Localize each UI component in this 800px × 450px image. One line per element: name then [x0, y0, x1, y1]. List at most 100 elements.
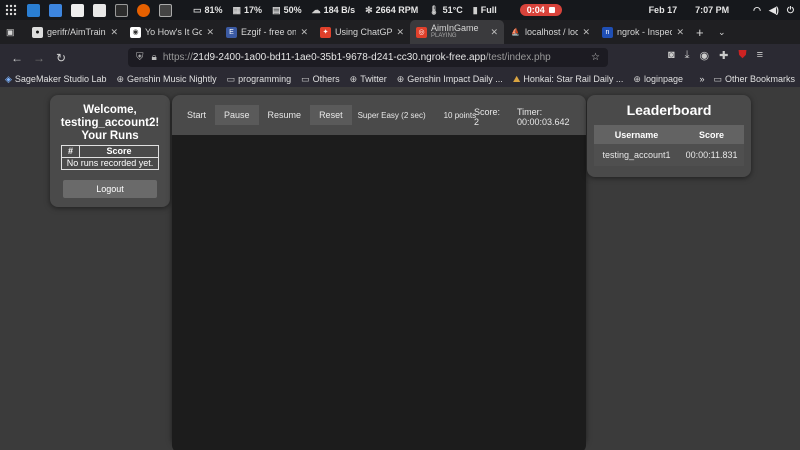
table-row: testing_account1 00:00:11.831 — [594, 144, 744, 166]
timer-value: 00:00:03.642 — [517, 117, 570, 127]
recording-indicator[interactable]: 0:04 — [519, 4, 562, 16]
logout-button[interactable]: Logout — [63, 180, 157, 198]
firefox-icon[interactable] — [132, 0, 154, 20]
table-row: No runs recorded yet. — [61, 157, 159, 170]
game-canvas[interactable] — [172, 135, 586, 450]
phpmyadmin-favicon-icon: ⛵ — [511, 29, 520, 36]
forward-button[interactable]: → — [28, 51, 50, 65]
bookmark-item[interactable]: ◈ SageMaker Studio Lab — [0, 74, 111, 85]
table-header-row: Username Score — [594, 125, 744, 144]
bookmark-item[interactable]: ⊕ Genshin Impact Daily ... — [392, 74, 508, 85]
account-icon[interactable]: ◉ — [700, 49, 710, 62]
score-value: 2 — [474, 117, 480, 127]
welcome-heading: Welcome, testing_account2! Your Runs — [50, 104, 170, 143]
wifi-icon[interactable]: ◠ — [753, 5, 761, 16]
difficulty-selector[interactable]: Super Easy (2 sec) — [352, 111, 432, 120]
url-text[interactable]: https://21d9-2400-1a00-bd11-1ae0-35b1-96… — [163, 52, 591, 63]
browser-navigation-bar: ← → ↻ ⛨ 🔒︎ https://21d9-2400-1a00-bd11-1… — [0, 44, 800, 71]
start-button[interactable]: Start — [178, 105, 215, 125]
fan-icon: ✻ — [365, 4, 373, 15]
battery-status: ▮ Full — [472, 4, 497, 16]
leaderboard-panel: Leaderboard Username Score testing_accou… — [587, 95, 751, 177]
close-icon[interactable]: ✕ — [672, 27, 684, 38]
bookmarks-toolbar: ◈ SageMaker Studio Lab ⊕ Genshin Music Nig… — [0, 71, 800, 87]
bookmark-item[interactable]: ⊕ loginpage — [628, 74, 688, 85]
plus-icon: + — [696, 24, 704, 40]
app-grid-icon[interactable] — [0, 0, 22, 20]
tab-ezgif[interactable]: E Ezgif - free onlin✕ — [220, 20, 314, 44]
tab-list-button[interactable]: ⌄ — [712, 20, 734, 44]
date-label[interactable]: Feb 17 — [649, 5, 678, 15]
back-button[interactable]: ← — [6, 51, 28, 65]
chevron-down-icon: ⌄ — [718, 26, 726, 37]
globe-icon: ⊕ — [396, 73, 405, 84]
close-icon[interactable]: ✕ — [296, 27, 308, 38]
bookmark-item[interactable]: ⊕ Genshin Music Nightly — [111, 74, 221, 85]
stop-recording-icon[interactable] — [548, 7, 555, 13]
reset-button[interactable]: Reset — [310, 105, 352, 125]
fan-stat: ✻ 2664 RPM — [365, 4, 419, 16]
other-bookmarks[interactable]: » ▭ Other Bookmarks — [694, 74, 800, 85]
tab-list-icon: ▣ — [6, 26, 15, 37]
address-bar[interactable]: ⛨ 🔒︎ https://21d9-2400-1a00-bd11-1ae0-35… — [128, 48, 608, 67]
web-page: Welcome, testing_account2! Your Runs # S… — [0, 87, 800, 450]
github-favicon-icon: ● — [32, 26, 43, 38]
bookmark-folder[interactable]: ▭ Others — [296, 74, 345, 85]
shield-icon[interactable]: ⛨ — [136, 52, 144, 63]
time-label[interactable]: 7:07 PM — [695, 5, 729, 15]
close-icon[interactable]: ✕ — [486, 27, 498, 38]
system-taskbar: ▭ 81% ▦ 17% ▤ 50% ☁ 184 B/s ✻ 2664 RPM 🌡︎ 51°C… — [0, 0, 800, 20]
column-header: Username — [594, 125, 680, 144]
reload-icon: ↻ — [55, 50, 67, 65]
resume-button[interactable]: Resume — [259, 105, 311, 125]
timer-display: Timer: 00:00:03.642 — [517, 107, 570, 127]
temperature-stat: 🌡︎ 51°C — [428, 4, 463, 16]
lock-icon[interactable]: 🔒︎ — [152, 52, 157, 63]
bookmark-item[interactable]: ⛰ Honkai: Star Rail Daily ... — [508, 74, 629, 85]
close-icon[interactable]: ✕ — [578, 27, 590, 38]
extensions-icon[interactable]: ✚ — [719, 49, 728, 62]
close-icon[interactable]: ✕ — [106, 27, 118, 38]
menu-icon[interactable]: ≡ — [757, 49, 763, 62]
folder-icon: ▭ — [713, 73, 722, 84]
terminal-icon[interactable] — [110, 0, 132, 20]
ublock-icon[interactable]: ⛊ — [738, 49, 746, 62]
pocket-icon[interactable]: ◙ — [668, 49, 675, 62]
leaderboard-table: Username Score testing_account1 00:00:11… — [594, 125, 744, 166]
pause-button[interactable]: Pause — [215, 105, 259, 125]
battery-icon: ▭ — [193, 4, 202, 15]
column-header: Score — [679, 125, 744, 144]
store-icon[interactable] — [66, 0, 88, 20]
game-favicon-icon: ◎ — [416, 26, 427, 38]
reload-button[interactable]: ↻ — [50, 51, 72, 65]
thermometer-icon: 🌡︎ — [428, 4, 440, 15]
tab-chatgpt[interactable]: ✦ Using ChatGPT a✕ — [314, 20, 410, 44]
vscode-icon[interactable] — [22, 0, 44, 20]
tab-aimingame[interactable]: ◎ AimInGame PLAYING ✕ — [410, 20, 504, 44]
battery-stat: ▭ 81% — [193, 4, 223, 16]
power-icon[interactable]: ⏻ — [787, 5, 794, 16]
tab-phpmyadmin[interactable]: ⛵ localhost / localh✕ — [504, 20, 596, 44]
files-icon[interactable] — [44, 0, 66, 20]
leaderboard-score: 00:00:11.831 — [679, 144, 744, 166]
tab-ngrok[interactable]: n ngrok - Inspect ✕ — [596, 20, 690, 44]
text-editor-icon[interactable] — [88, 0, 110, 20]
battery-charge-icon: ▮ — [472, 4, 478, 15]
arrow-right-icon: → — [33, 50, 45, 65]
close-icon[interactable]: ✕ — [392, 27, 404, 38]
network-icon: ☁ — [311, 4, 321, 15]
close-icon[interactable]: ✕ — [202, 27, 214, 38]
tab-github[interactable]: ● gerifr/AimTraine ✕ — [26, 20, 124, 44]
new-tab-button[interactable]: + — [690, 20, 712, 44]
system-monitor-icon[interactable] — [154, 0, 176, 20]
game-panel: Start Pause Resume Reset Super Easy (2 s… — [172, 95, 586, 450]
tab-youtube[interactable]: ◉ Yo How's It Goin✕ — [124, 20, 220, 44]
bookmark-item[interactable]: ⊕ Twitter — [345, 74, 392, 85]
bookmark-folder[interactable]: ▭ programming — [222, 74, 297, 85]
bookmark-star-icon[interactable]: ☆ — [591, 52, 600, 63]
volume-icon[interactable]: ◀) — [769, 5, 779, 16]
memory-icon: ▤ — [272, 4, 281, 15]
tab-overview-button[interactable]: ▣ — [0, 20, 26, 44]
download-icon[interactable]: ⤓ — [685, 49, 690, 62]
chevron-double-right-icon[interactable]: » — [699, 74, 704, 84]
